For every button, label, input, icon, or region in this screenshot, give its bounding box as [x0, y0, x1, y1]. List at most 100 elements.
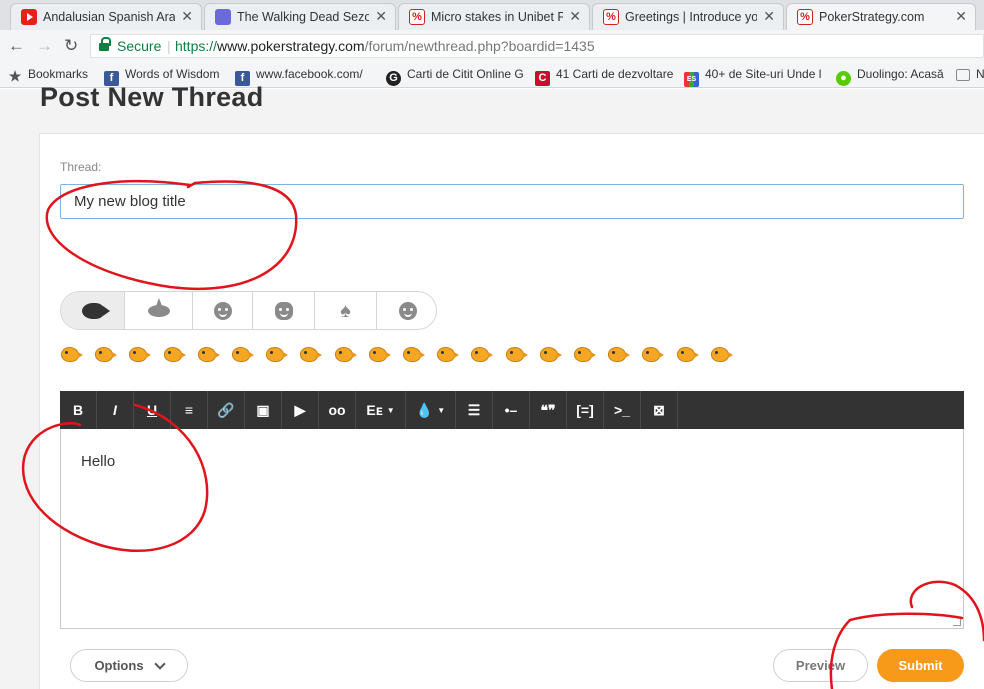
browser-tab[interactable]: % Greetings | Introduce you ✕ [592, 3, 784, 30]
caret-down-icon: ▼ [386, 405, 395, 415]
smiley-fish-icon[interactable] [299, 345, 323, 363]
options-label: Options [94, 658, 144, 673]
preview-button[interactable]: Preview [773, 649, 868, 682]
smiley-fish-icon[interactable] [470, 345, 494, 363]
bold-button[interactable]: B [60, 391, 97, 429]
smiley-fish-icon[interactable] [334, 345, 357, 363]
emoji-tab-shark[interactable] [125, 292, 193, 329]
browser-tab-active[interactable]: % PokerStrategy.com ✕ [786, 3, 976, 30]
voicemail-button[interactable]: oo [319, 391, 356, 429]
bookmark-label: 41 Carti de dezvoltare [556, 67, 674, 81]
close-tab-icon[interactable]: ✕ [955, 8, 967, 25]
smiley-body [676, 347, 699, 362]
bookmark-label: Duolingo: Acasă [857, 67, 944, 81]
emoji-tab-fish[interactable] [61, 292, 125, 329]
bookmark-label: Words of Wisdom [125, 67, 220, 81]
smiley-body [608, 347, 631, 362]
star-icon: ★ [8, 68, 22, 84]
smiley-fish-icon[interactable] [368, 345, 391, 363]
browser-tab[interactable]: The Walking Dead Sezon ✕ [204, 3, 396, 30]
bookmark-item[interactable]: N [956, 67, 984, 81]
emoji-tab-smiley[interactable] [193, 292, 253, 329]
clear-format-button[interactable]: ⊠ [641, 391, 678, 429]
bold-icon: B [72, 402, 84, 418]
thread-title-input[interactable] [60, 184, 964, 219]
smiley-fish-icon[interactable] [128, 345, 152, 363]
horizontal-rule-button[interactable]: •– [493, 391, 530, 429]
smiley-body [368, 347, 391, 362]
smiley-fish-icon[interactable] [163, 345, 186, 363]
terminal-button[interactable]: >_ [604, 391, 641, 429]
smiley-fish-icon[interactable] [94, 345, 118, 363]
smiley-fish-icon[interactable] [197, 345, 220, 363]
smiley-icon [213, 302, 232, 320]
close-tab-icon[interactable]: ✕ [763, 8, 775, 25]
pokerstrategy-icon: % [409, 9, 425, 25]
quote-icon: ❝❞ [540, 401, 556, 418]
video-button[interactable]: ▶ [282, 391, 319, 429]
site-icon: ES [684, 72, 699, 87]
address-bar-row: ← → ↻ Secure | https://www.pokerstrategy… [0, 30, 984, 62]
smiley-fish-icon[interactable] [265, 345, 289, 363]
smiley-body [266, 347, 289, 362]
emoji-tab-spade[interactable]: ♠ [315, 292, 377, 329]
lock-icon [99, 37, 111, 52]
italic-button[interactable]: I [97, 391, 134, 429]
url-scheme: https:// [175, 38, 218, 54]
browser-tab[interactable]: Andalusian Spanish Arab ✕ [10, 3, 202, 30]
smiley-fish-icon[interactable] [641, 345, 665, 363]
emoji-tab-wink[interactable] [377, 292, 436, 329]
fish-icon [81, 303, 110, 319]
smiley-fish-icon[interactable] [505, 345, 528, 363]
submit-button[interactable]: Submit [877, 649, 964, 682]
url-field[interactable]: Secure | https://www.pokerstrategy.com/f… [90, 34, 984, 58]
resize-handle[interactable] [953, 618, 961, 626]
smiley-fish-icon[interactable] [436, 345, 460, 363]
code-block-button[interactable]: [=] [567, 391, 604, 429]
smiley-fish-icon[interactable] [60, 345, 83, 363]
chevron-down-icon [153, 657, 166, 670]
smiley-fish-icon[interactable] [539, 345, 562, 363]
smiley-fish-icon[interactable] [231, 345, 254, 363]
close-tab-icon[interactable]: ✕ [569, 8, 581, 25]
bookmark-item[interactable]: ES 40+ de Site-uri Unde l [684, 67, 821, 87]
browser-tab[interactable]: % Micro stakes in Unibet Po ✕ [398, 3, 590, 30]
bookmark-label: Bookmarks [28, 67, 89, 81]
underline-icon: U [146, 402, 158, 418]
options-button[interactable]: Options [70, 649, 188, 682]
underline-button[interactable]: U [134, 391, 171, 429]
bookmark-item[interactable]: G Carti de Citit Online G [386, 67, 524, 86]
reload-icon[interactable]: ↻ [64, 36, 78, 56]
close-tab-icon[interactable]: ✕ [181, 8, 193, 25]
link-button[interactable]: 🔗 [208, 391, 245, 429]
bookmark-item[interactable]: C 41 Carti de dezvoltare [535, 67, 673, 86]
quote-button[interactable]: ❝❞ [530, 391, 567, 429]
color-button[interactable]: 💧 ▼ [406, 391, 456, 429]
link-icon: 🔗 [217, 401, 235, 418]
bullet-list-button[interactable]: ☰ [456, 391, 493, 429]
tab-title: The Walking Dead Sezon [237, 10, 369, 24]
page-title: Post New Thread [40, 82, 264, 112]
bookmark-item[interactable]: ● Duolingo: Acasă [836, 67, 944, 86]
tab-title: Andalusian Spanish Arab [43, 10, 175, 24]
align-center-button[interactable]: ≡ [171, 391, 208, 429]
smiley-fish-icon[interactable] [710, 345, 733, 363]
font-size-button[interactable]: Eᴇ ▼ [356, 391, 406, 429]
smiley-fish-icon[interactable] [402, 345, 425, 363]
smiley-body [437, 347, 460, 362]
message-editor[interactable]: Hello [60, 429, 964, 629]
smiley-body [505, 347, 528, 362]
smiley-body [129, 347, 152, 362]
smiley-fish-icon[interactable] [607, 345, 631, 363]
shark-icon [147, 298, 170, 317]
smiley-fish-icon[interactable] [676, 345, 699, 363]
smiley-body [710, 347, 733, 362]
forward-arrow-icon[interactable]: → [36, 36, 53, 56]
back-arrow-icon[interactable]: ← [8, 36, 25, 56]
image-button[interactable]: ▣ [245, 391, 282, 429]
editor-toolbar: B I U ≡ 🔗 ▣ ▶ oo Eᴇ ▼ 💧 ▼ ☰ •– ❝❞ [=] >_ ⊠ [60, 391, 964, 429]
smiley-fish-icon[interactable] [573, 345, 596, 363]
youtube-icon [21, 9, 37, 25]
emoji-tab-grin[interactable] [253, 292, 315, 329]
close-tab-icon[interactable]: ✕ [375, 8, 387, 25]
